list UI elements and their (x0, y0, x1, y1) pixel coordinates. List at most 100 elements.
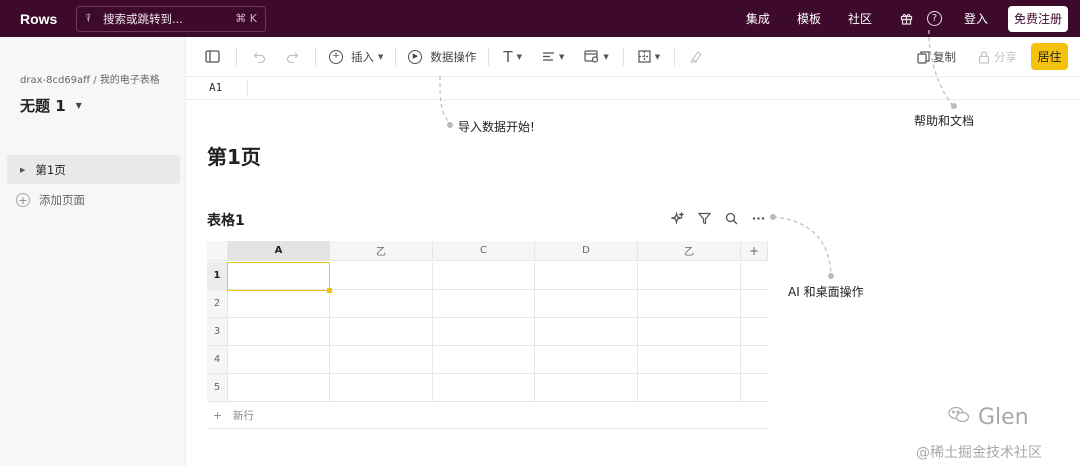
toolbar-divider (395, 47, 397, 66)
share-button[interactable]: 分享 (978, 49, 1017, 65)
cell (741, 262, 768, 290)
page-heading[interactable]: 第1页 (207, 141, 261, 170)
align-menu[interactable]: ▼ (542, 51, 564, 62)
top-bar: Rows ⍒ 搜索或跳转到... ⌘ K 集成 模板 社区 ? 登入 免费注册 (0, 0, 1080, 37)
cell[interactable] (535, 374, 638, 402)
row-header[interactable]: 2 (207, 290, 228, 318)
undo-icon[interactable] (253, 51, 266, 63)
table-row: 4 (207, 346, 768, 374)
ai-sparkle-icon[interactable] (668, 209, 686, 227)
cell[interactable] (228, 318, 330, 346)
cell[interactable] (535, 262, 638, 290)
cell (741, 318, 768, 346)
cell[interactable] (638, 262, 741, 290)
borders-menu[interactable]: ▼ (638, 50, 660, 63)
column-header-c[interactable]: C (433, 241, 535, 261)
add-column-button[interactable]: + (741, 241, 768, 261)
watermark-site: @稀土掘金技术社区 (916, 445, 1042, 461)
table-row: 5 (207, 374, 768, 402)
signup-button[interactable]: 免费注册 (1007, 5, 1068, 32)
sidebar-page-label: 第1页 (35, 162, 66, 177)
search-icon[interactable] (722, 209, 740, 227)
add-page-button[interactable]: + 添加页面 (16, 192, 85, 208)
doc-title[interactable]: 无题 1 ▼ (20, 95, 82, 116)
cell-reference[interactable]: A1 (209, 81, 222, 94)
cell[interactable] (228, 346, 330, 374)
text-icon: T (503, 47, 513, 66)
table-title[interactable]: 表格1 (207, 210, 245, 230)
cell[interactable] (228, 290, 330, 318)
column-header-e[interactable]: 乙 (638, 241, 741, 261)
login-link[interactable]: 登入 (964, 10, 988, 27)
wechat-icon (948, 406, 970, 429)
filter-icon[interactable] (695, 209, 713, 227)
plus-icon: + (212, 408, 223, 422)
redo-icon[interactable] (286, 51, 299, 63)
cell[interactable] (638, 346, 741, 374)
copy-icon (917, 50, 930, 64)
search-box[interactable]: ⍒ 搜索或跳转到... ⌘ K (76, 5, 266, 32)
selected-cell-outline[interactable] (227, 262, 330, 291)
copy-button[interactable]: 复制 (917, 49, 956, 65)
cell[interactable] (638, 318, 741, 346)
cell[interactable] (535, 346, 638, 374)
annotation-help-docs: 帮助和文档 (914, 114, 975, 128)
caret-down-icon: ▼ (603, 52, 609, 61)
data-operations-menu[interactable]: ▶ 数据操作 (408, 49, 476, 65)
table-tools (668, 209, 776, 227)
caret-down-icon: ▼ (75, 101, 82, 110)
cell[interactable] (433, 290, 535, 318)
table-row: 2 (207, 290, 768, 318)
rows-logo[interactable]: Rows (20, 11, 76, 27)
plus-circle-icon: + (329, 49, 343, 64)
row-header[interactable]: 3 (207, 318, 228, 346)
cell (741, 374, 768, 402)
clear-format-icon[interactable] (689, 50, 703, 63)
nav-community[interactable]: 社区 (848, 10, 872, 27)
breadcrumb[interactable]: drax-8cd69aff / 我的电子表格 (20, 71, 160, 86)
more-options-icon[interactable] (749, 209, 767, 227)
cell[interactable] (330, 290, 433, 318)
cell[interactable] (638, 290, 741, 318)
sidebar-toggle-icon[interactable] (205, 50, 220, 63)
cell[interactable] (433, 374, 535, 402)
cell[interactable] (330, 262, 433, 290)
nav-templates[interactable]: 模板 (797, 10, 821, 27)
column-header-a[interactable]: A (228, 241, 330, 261)
nav-integrations[interactable]: 集成 (746, 10, 770, 27)
toolbar-divider (674, 47, 676, 66)
caret-down-icon: ▼ (378, 52, 384, 61)
cell[interactable] (330, 374, 433, 402)
align-left-icon (542, 52, 554, 61)
cell[interactable] (330, 346, 433, 374)
corner-cell[interactable] (207, 241, 228, 261)
expand-triangle-icon[interactable]: ▶ (20, 166, 25, 174)
cell[interactable] (433, 262, 535, 290)
fill-handle[interactable] (327, 288, 332, 293)
column-header-d[interactable]: D (535, 241, 638, 261)
format-menu[interactable]: ▼ (584, 50, 609, 63)
cell[interactable] (638, 374, 741, 402)
sidebar-page-item[interactable]: ▶ 第1页 (7, 155, 180, 184)
toolbar-divider (315, 47, 316, 66)
text-format-menu[interactable]: T ▼ (503, 48, 522, 66)
row-header[interactable]: 5 (207, 374, 228, 402)
watermark-author: Glen (948, 405, 1029, 430)
new-row-button[interactable]: + 新行 (207, 402, 768, 429)
cell[interactable] (535, 318, 638, 346)
toolbar-divider (488, 47, 490, 66)
cell[interactable] (228, 374, 330, 402)
help-icon[interactable]: ? (926, 11, 942, 26)
cell[interactable] (535, 290, 638, 318)
cell[interactable] (433, 346, 535, 374)
row-header[interactable]: 4 (207, 346, 228, 374)
cell[interactable] (330, 318, 433, 346)
row-header[interactable]: 1 (207, 262, 228, 290)
column-header-b[interactable]: 乙 (330, 241, 433, 261)
cell[interactable] (433, 318, 535, 346)
gift-icon[interactable] (899, 11, 915, 27)
live-button[interactable]: 居住 (1031, 43, 1068, 70)
annotation-dot (828, 273, 834, 279)
top-nav: 集成 模板 社区 ? 登入 免费注册 (746, 0, 1080, 37)
insert-menu[interactable]: + 插入 ▼ (329, 49, 383, 65)
